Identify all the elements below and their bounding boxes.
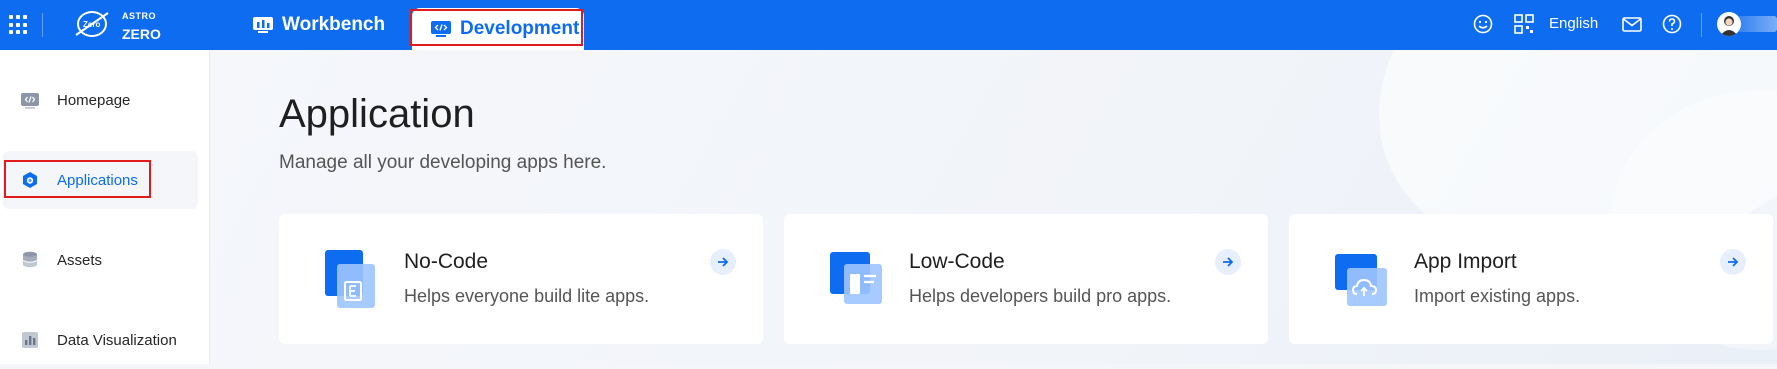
language-selector[interactable]: English — [1549, 15, 1598, 32]
arrow-right-icon[interactable] — [1215, 249, 1241, 275]
page-title: Application — [279, 92, 475, 136]
user-name-placeholder[interactable] — [1737, 16, 1777, 32]
sidebar: Homepage Applications Assets Data Visual… — [0, 50, 210, 364]
arrow-right-icon[interactable] — [710, 249, 736, 275]
nav-tab-workbench[interactable]: Workbench — [252, 0, 385, 50]
svg-text:Zero: Zero — [83, 20, 100, 29]
card-title: Low-Code — [909, 250, 1005, 273]
card-description: Helps developers build pro apps. — [909, 286, 1172, 306]
sidebar-item-label: Data Visualization — [57, 331, 177, 349]
card-title: App Import — [1414, 250, 1517, 273]
top-bar: Zero ASTRO ZERO Workbench Development En… — [0, 0, 1777, 50]
mail-icon[interactable] — [1621, 13, 1643, 35]
qr-code-icon[interactable] — [1513, 13, 1535, 35]
header-divider — [1701, 13, 1702, 37]
code-icon — [21, 93, 39, 109]
card-description: Helps everyone build lite apps. — [404, 286, 650, 306]
nav-tab-label: Workbench — [282, 14, 386, 35]
page-subtitle: Manage all your developing apps here. — [279, 152, 607, 173]
sidebar-item-data-visualization[interactable]: Data Visualization — [0, 311, 198, 369]
sidebar-item-label: Assets — [57, 251, 103, 269]
no-code-icon — [325, 250, 375, 308]
database-icon — [23, 251, 37, 268]
help-icon[interactable] — [1661, 13, 1683, 35]
logo-text-astro: ASTRO — [122, 11, 156, 21]
sidebar-item-homepage[interactable]: Homepage — [0, 71, 198, 129]
low-code-icon — [830, 252, 882, 304]
main-content: Application Manage all your developing a… — [211, 50, 1777, 364]
bar-chart-icon — [22, 332, 38, 348]
logo-text-zero: ZERO — [122, 26, 161, 42]
card-description: Import existing apps. — [1414, 286, 1581, 306]
card-app-import[interactable]: App Import Import existing apps. — [1289, 214, 1773, 344]
header-divider — [42, 13, 43, 37]
smile-icon[interactable] — [1472, 13, 1494, 35]
arrow-right-icon[interactable] — [1720, 249, 1746, 275]
card-no-code[interactable]: No-Code Helps everyone build lite apps. — [279, 214, 763, 344]
highlight-box — [410, 9, 583, 46]
apps-grid-icon[interactable] — [9, 15, 29, 35]
highlight-box — [4, 160, 151, 198]
cloud-import-icon — [1335, 254, 1387, 306]
card-title: No-Code — [404, 250, 489, 273]
card-low-code[interactable]: Low-Code Helps developers build pro apps… — [784, 214, 1268, 344]
workbench-icon — [253, 17, 273, 33]
sidebar-item-assets[interactable]: Assets — [0, 231, 198, 289]
logo[interactable]: Zero ASTRO ZERO — [74, 6, 174, 46]
sidebar-item-label: Homepage — [57, 91, 131, 109]
zero-logo-icon: Zero — [75, 11, 109, 37]
